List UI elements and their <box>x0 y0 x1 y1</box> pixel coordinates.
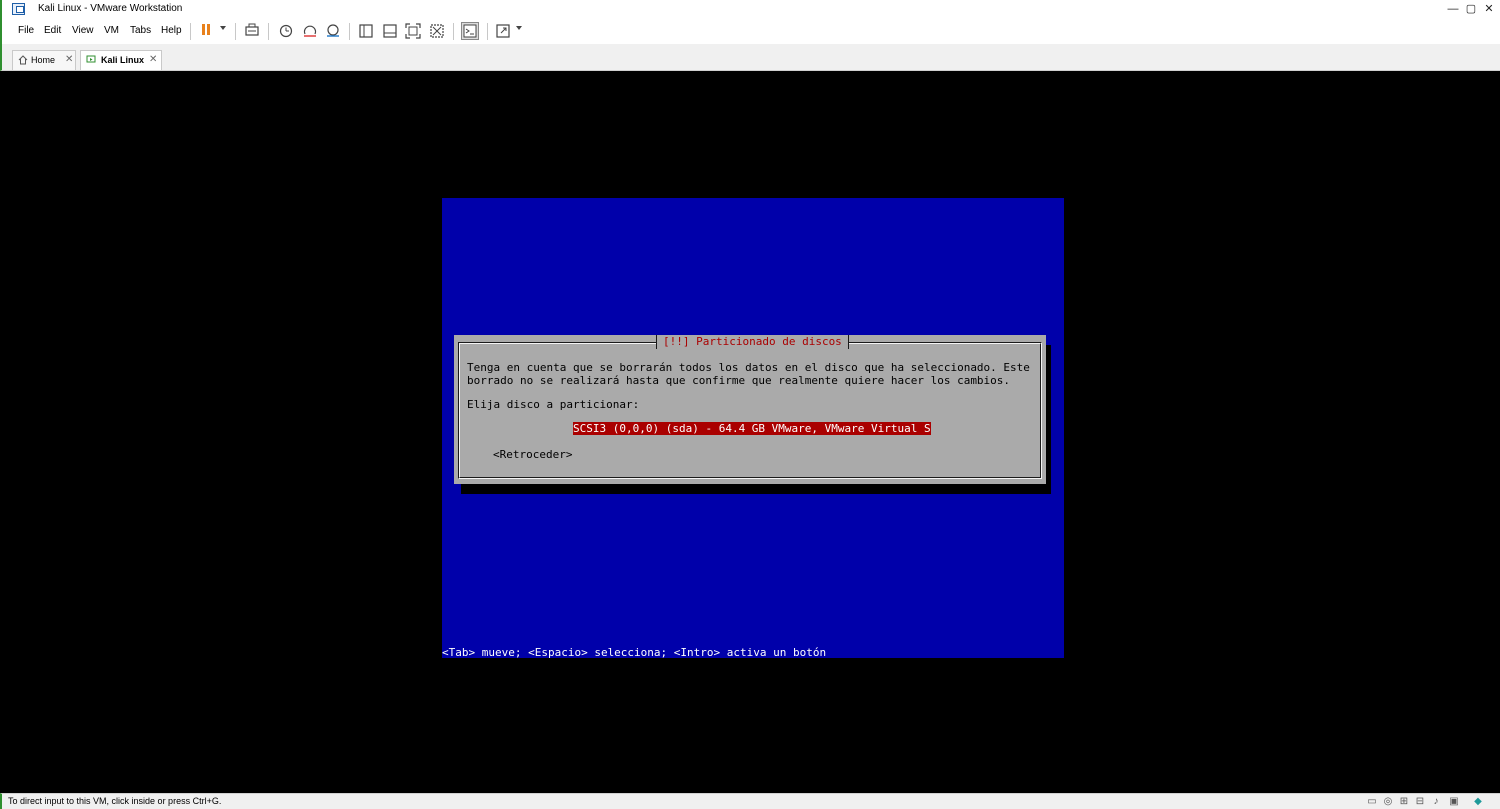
menu-help[interactable]: Help <box>161 25 182 36</box>
unity-icon[interactable] <box>428 22 446 40</box>
dialog-title: [!!] Particionado de discos <box>656 335 849 349</box>
hard-disk-icon[interactable]: ▭ <box>1366 796 1378 807</box>
sound-icon[interactable]: ♪ <box>1430 796 1442 807</box>
toolbar-separator <box>487 23 488 40</box>
warning-line-1: Tenga en cuenta que se borrarán todos lo… <box>467 361 1030 374</box>
tab-home[interactable]: Home ✕ <box>12 50 76 70</box>
menu-toolbar: File Edit View VM Tabs Help <box>0 19 1500 44</box>
show-library-icon[interactable] <box>357 22 375 40</box>
tab-strip: Home ✕ Kali Linux ✕ <box>0 44 1500 71</box>
snapshot-manager-icon[interactable] <box>324 22 342 40</box>
pause-bar-left <box>202 24 205 35</box>
cd-dvd-icon[interactable]: ◎ <box>1382 796 1394 807</box>
revert-snapshot-icon[interactable] <box>301 22 319 40</box>
menu-view[interactable]: View <box>72 25 94 36</box>
console-view-icon[interactable] <box>461 22 479 40</box>
vm-icon <box>86 55 96 63</box>
message-icon[interactable]: ◆ <box>1472 796 1484 807</box>
partition-dialog: [!!] Particionado de discos Tenga en cue… <box>454 335 1046 484</box>
close-button[interactable]: ✕ <box>1478 1 1500 17</box>
home-icon <box>18 55 28 65</box>
display-icon[interactable]: ▣ <box>1448 796 1460 807</box>
disk-option-sda[interactable]: SCSI3 (0,0,0) (sda) - 64.4 GB VMware, VM… <box>573 422 931 435</box>
thumbnail-bar-icon[interactable] <box>381 22 399 40</box>
menu-edit[interactable]: Edit <box>44 25 61 36</box>
close-icon[interactable]: ✕ <box>149 54 157 65</box>
window-titlebar: Kali Linux - VMware Workstation — ▢ ✕ <box>0 0 1500 19</box>
chevron-down-icon[interactable] <box>220 26 226 30</box>
back-button[interactable]: <Retroceder> <box>493 448 572 461</box>
chevron-down-icon[interactable] <box>516 26 522 30</box>
menu-tabs[interactable]: Tabs <box>130 25 151 36</box>
toolbar-separator <box>190 23 191 40</box>
status-message: To direct input to this VM, click inside… <box>8 796 222 806</box>
status-bar: To direct input to this VM, click inside… <box>0 793 1500 809</box>
network-icon[interactable]: ⊞ <box>1398 796 1410 807</box>
toolbar-separator <box>235 23 236 40</box>
pause-bar-right <box>207 24 210 35</box>
usb-icon[interactable]: ⊟ <box>1414 796 1426 807</box>
menu-vm[interactable]: VM <box>104 25 119 36</box>
vm-console[interactable]: [!!] Particionado de discos Tenga en cue… <box>0 71 1500 793</box>
tab-home-label: Home <box>31 55 56 65</box>
full-screen-icon[interactable] <box>404 22 422 40</box>
menu-file[interactable]: File <box>18 25 34 36</box>
warning-line-2: borrado no se realizará hasta que confir… <box>467 374 1011 387</box>
toolbar-separator <box>453 23 454 40</box>
tab-kali-linux-label: Kali Linux <box>101 55 145 65</box>
window-title: Kali Linux - VMware Workstation <box>38 3 183 14</box>
disk-prompt: Elija disco a particionar: <box>467 398 640 411</box>
keyboard-hint: <Tab> mueve; <Espacio> selecciona; <Intr… <box>442 646 827 659</box>
snapshot-icon[interactable] <box>277 22 295 40</box>
close-icon[interactable]: ✕ <box>65 54 73 65</box>
tab-kali-linux[interactable]: Kali Linux ✕ <box>80 50 162 70</box>
toolbar-separator <box>349 23 350 40</box>
pause-icon[interactable] <box>198 22 216 40</box>
toolbar-separator <box>268 23 269 40</box>
stretch-guest-icon[interactable] <box>494 22 512 40</box>
vmware-app-icon <box>12 3 25 15</box>
send-keys-icon[interactable] <box>243 22 261 40</box>
